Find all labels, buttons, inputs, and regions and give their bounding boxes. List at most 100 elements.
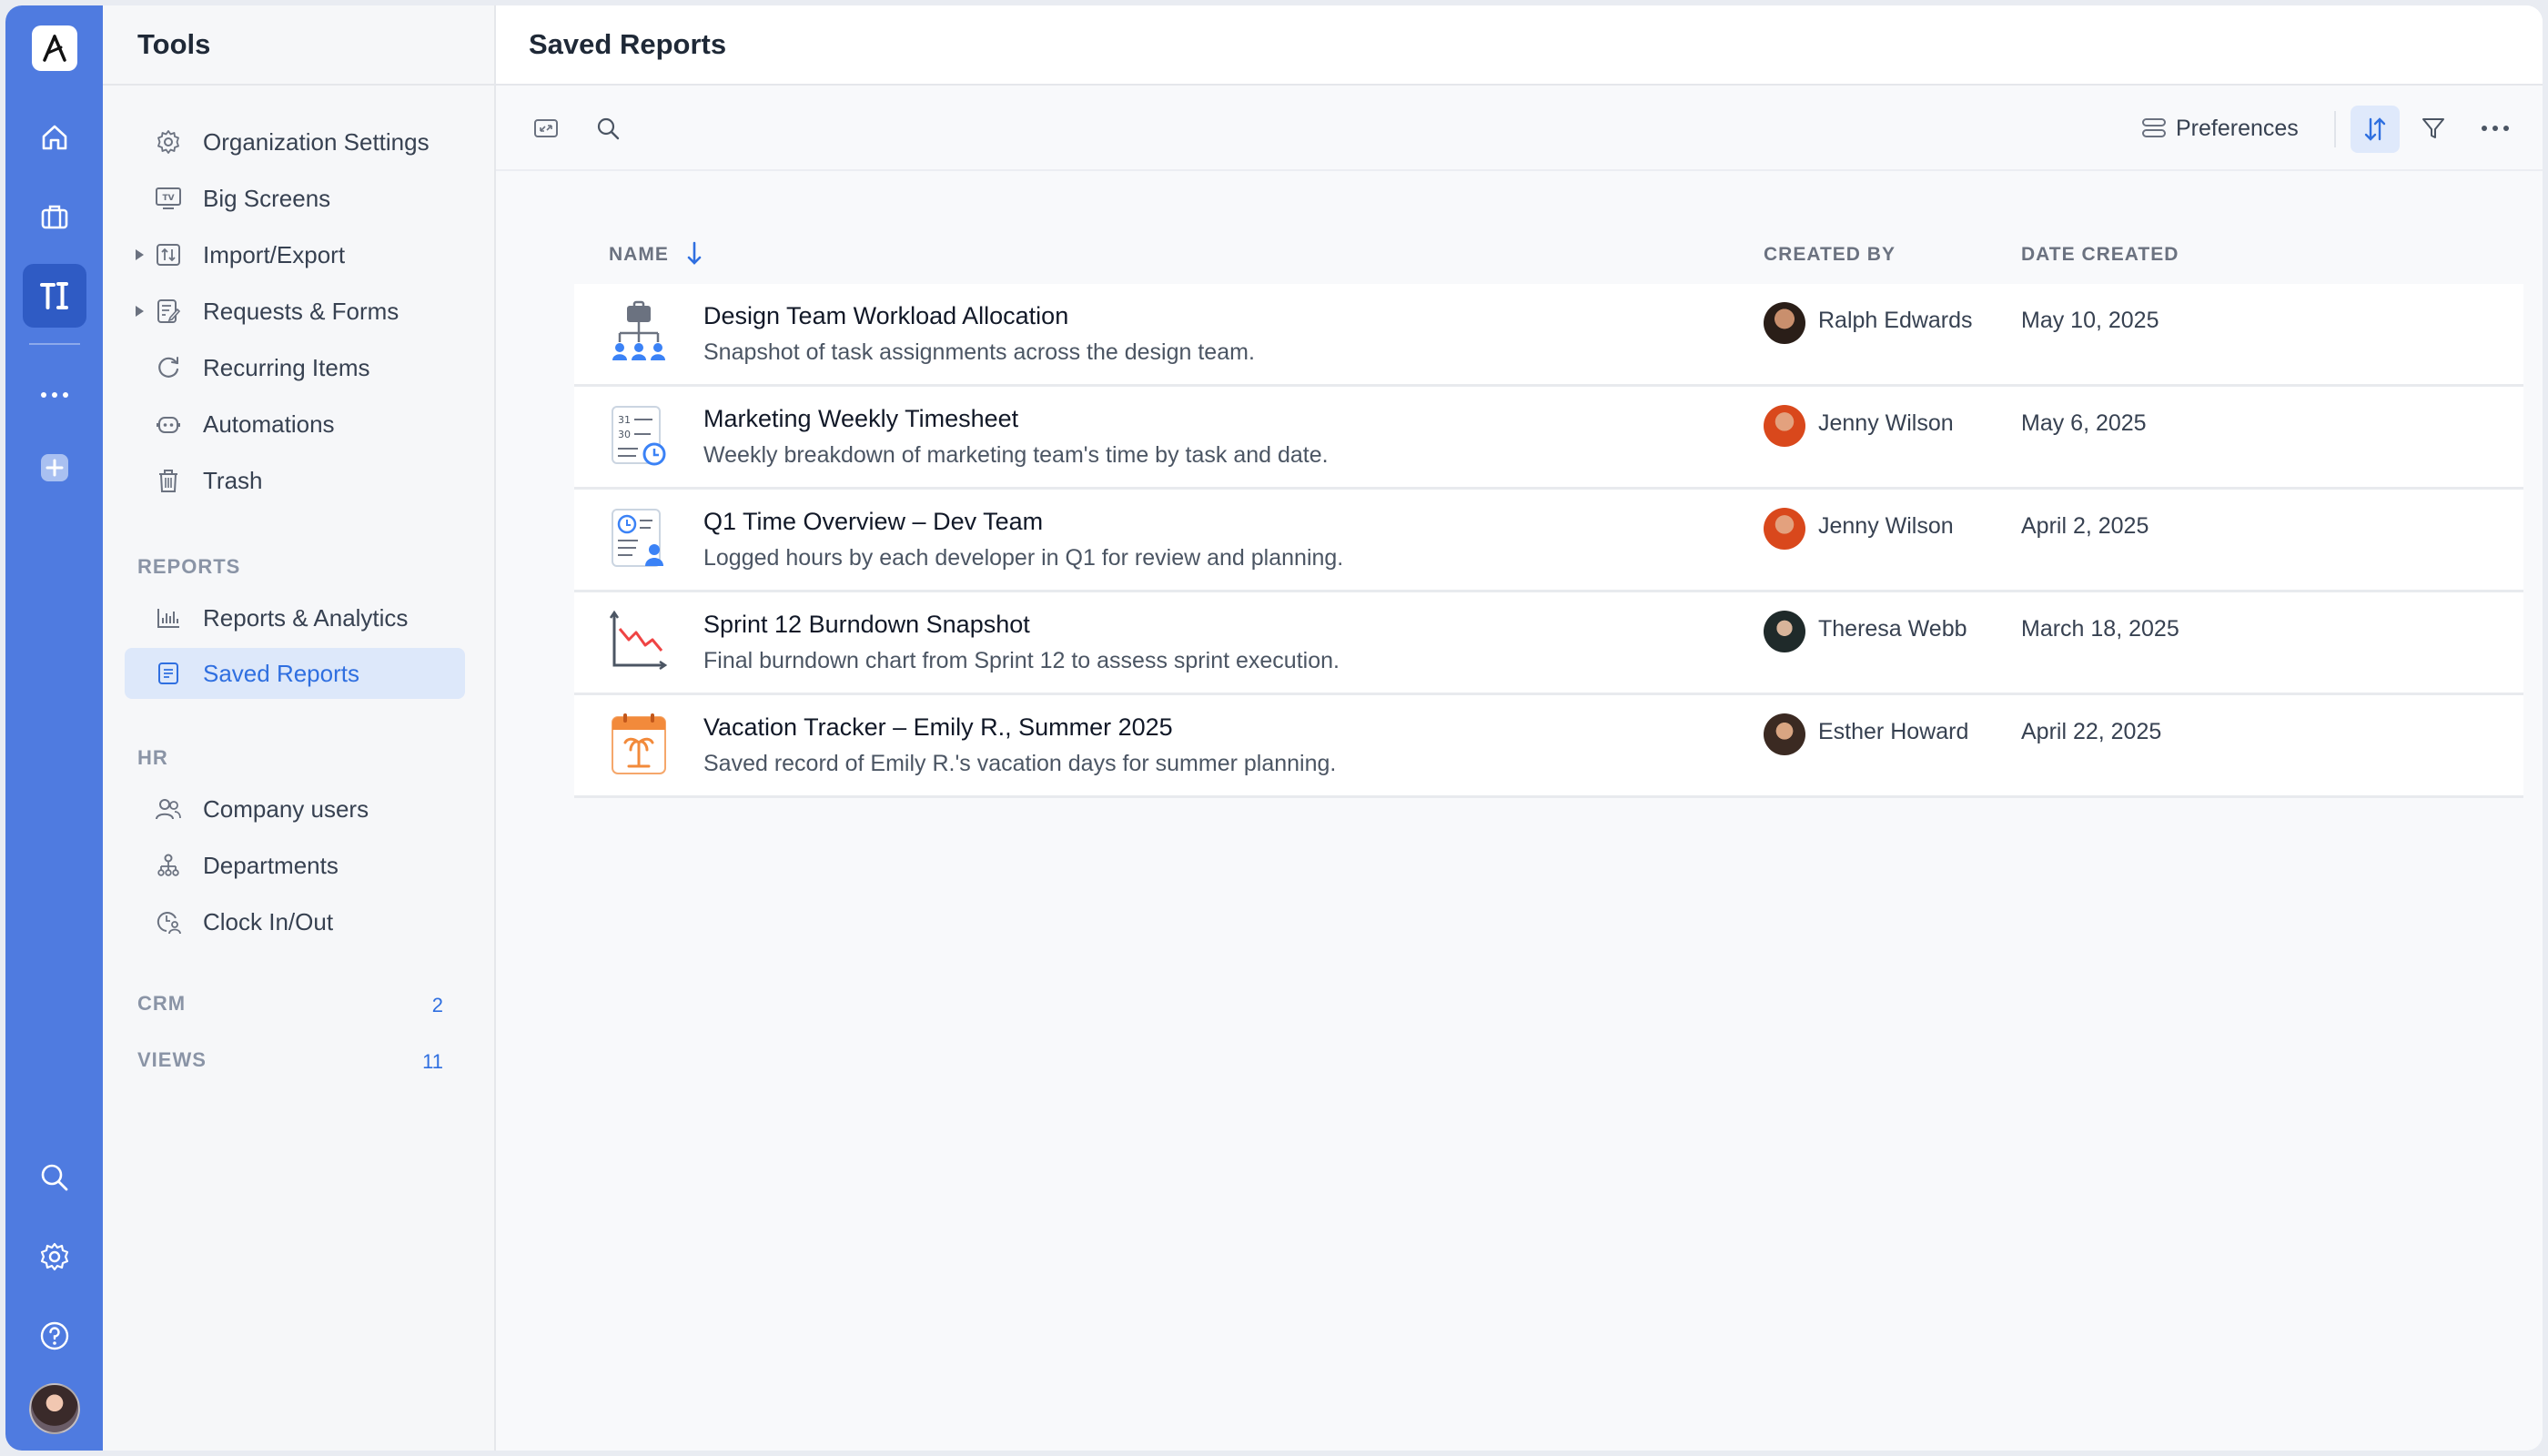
gear-icon: [40, 1242, 68, 1271]
svg-text:TV: TV: [162, 194, 174, 203]
expand-caret-icon[interactable]: [136, 306, 144, 317]
report-description: Snapshot of task assignments across the …: [703, 339, 1255, 365]
column-header-date-created[interactable]: DATE CREATED: [2021, 244, 2179, 266]
views-section-heading[interactable]: VIEWS: [137, 1048, 207, 1072]
sidebar-item-label: Reports & Analytics: [203, 603, 409, 632]
report-title[interactable]: Marketing Weekly Timesheet: [703, 405, 1018, 433]
home-icon: [42, 125, 66, 150]
reports-section-heading: REPORTS: [137, 555, 241, 578]
search-button[interactable]: [23, 1146, 86, 1209]
table-row[interactable]: Q1 Time Overview – Dev Team Logged hours…: [574, 490, 2523, 592]
bar-chart-icon: [154, 603, 183, 632]
burndown-chart-icon: [609, 610, 668, 671]
sidebar-item-clock-in-out[interactable]: Clock In/Out: [125, 896, 465, 947]
app-logo[interactable]: [31, 25, 77, 71]
report-description: Weekly breakdown of marketing team's tim…: [703, 442, 1329, 468]
more-apps-button[interactable]: [23, 372, 86, 418]
sidebar-item-label: Clock In/Out: [203, 907, 334, 935]
sidebar-item-organization-settings[interactable]: Organization Settings: [125, 116, 465, 167]
more-options-button[interactable]: [2478, 111, 2513, 146]
sidebar-item-big-screens[interactable]: TV Big Screens: [125, 173, 465, 224]
table-row[interactable]: Vacation Tracker – Emily R., Summer 2025…: [574, 695, 2523, 798]
help-button[interactable]: [23, 1304, 86, 1368]
avatar: [1764, 302, 1805, 344]
preferences-icon: [2142, 118, 2166, 137]
tv-icon: TV: [154, 184, 183, 213]
search-button[interactable]: [591, 111, 625, 146]
time-overview-icon: [612, 509, 663, 567]
avatar: [1764, 713, 1805, 755]
report-title[interactable]: Q1 Time Overview – Dev Team: [703, 508, 1043, 536]
sidebar-item-requests-forms[interactable]: Requests & Forms: [125, 286, 465, 337]
expand-caret-icon[interactable]: [136, 249, 144, 260]
tools-sidebar: Tools Organization Settings TV Big Scree…: [103, 5, 496, 1451]
import-export-icon: [154, 240, 183, 269]
vacation-calendar-icon: [612, 713, 666, 774]
table-row[interactable]: Design Team Workload Allocation Snapshot…: [574, 284, 2523, 387]
briefcase-icon: [41, 205, 67, 229]
report-title[interactable]: Vacation Tracker – Emily R., Summer 2025: [703, 713, 1173, 742]
sidebar-item-label: Organization Settings: [203, 127, 430, 156]
column-header-name[interactable]: NAME: [609, 244, 669, 266]
timesheet-icon: 31 30: [612, 406, 666, 466]
add-app-button[interactable]: [23, 445, 86, 490]
tools-icon: [39, 282, 68, 309]
user-avatar[interactable]: [28, 1383, 80, 1434]
avatar: [1764, 611, 1805, 652]
sort-down-arrow-icon[interactable]: [685, 240, 703, 268]
expand-icon: [534, 119, 558, 137]
settings-button[interactable]: [23, 1225, 86, 1289]
sidebar-item-departments[interactable]: Departments: [125, 840, 465, 891]
filter-button[interactable]: [2416, 111, 2451, 146]
logo-icon: [42, 35, 66, 62]
sidebar-item-label: Big Screens: [203, 184, 331, 212]
sort-button[interactable]: [2351, 106, 2400, 153]
sidebar-item-trash[interactable]: Trash: [125, 455, 465, 506]
preferences-button[interactable]: Preferences: [2141, 107, 2299, 149]
sidebar-item-automations[interactable]: Automations: [125, 399, 465, 450]
date-created: May 6, 2025: [2021, 410, 2147, 436]
column-header-created-by[interactable]: CREATED BY: [1764, 244, 1896, 266]
sidebar-item-label: Departments: [203, 851, 339, 879]
recurring-icon: [154, 353, 183, 382]
rail-divider: [28, 343, 80, 345]
collapse-panel-button[interactable]: [529, 111, 563, 146]
crm-count-badge: 2: [431, 994, 443, 1016]
sidebar-item-label: Trash: [203, 466, 263, 494]
report-title[interactable]: Sprint 12 Burndown Snapshot: [703, 611, 1030, 639]
avatar: [1764, 405, 1805, 447]
sidebar-item-recurring-items[interactable]: Recurring Items: [125, 342, 465, 393]
sidebar-item-reports-analytics[interactable]: Reports & Analytics: [125, 592, 465, 643]
org-chart-icon: [612, 300, 665, 360]
preferences-label: Preferences: [2176, 115, 2299, 141]
hr-section-heading: HR: [137, 746, 168, 769]
table-row[interactable]: 31 30 Marketing Weekly Timesheet Weekly …: [574, 387, 2523, 490]
crm-section-heading[interactable]: CRM: [137, 992, 186, 1016]
sidebar-item-label: Import/Export: [203, 240, 346, 268]
page-title: Saved Reports: [496, 5, 2543, 86]
date-created: May 10, 2025: [2021, 308, 2159, 333]
sidebar-item-company-users[interactable]: Company users: [125, 784, 465, 834]
svg-text:31: 31: [618, 414, 631, 426]
report-title[interactable]: Design Team Workload Allocation: [703, 302, 1068, 330]
help-icon: [40, 1321, 68, 1350]
created-by-name: Theresa Webb: [1818, 616, 1967, 642]
home-button[interactable]: [23, 106, 86, 169]
search-icon: [41, 1164, 67, 1191]
table-row[interactable]: Sprint 12 Burndown Snapshot Final burndo…: [574, 592, 2523, 695]
avatar: [1764, 508, 1805, 550]
projects-button[interactable]: [23, 185, 86, 248]
date-created: March 18, 2025: [2021, 616, 2179, 642]
sidebar-item-saved-reports[interactable]: Saved Reports: [125, 648, 465, 699]
sidebar-item-import-export[interactable]: Import/Export: [125, 229, 465, 280]
table-header: NAME CREATED BY DATE CREATED: [574, 220, 2523, 284]
sidebar-item-label: Saved Reports: [203, 659, 359, 687]
created-by-name: Jenny Wilson: [1818, 513, 1954, 539]
sort-icon: [2364, 117, 2386, 141]
toolbar-divider: [2334, 111, 2336, 147]
created-by-name: Jenny Wilson: [1818, 410, 1954, 436]
more-dots-icon: [2482, 126, 2509, 131]
main-content: Saved Reports Preferences NAME CREATED B…: [496, 5, 2543, 1451]
tools-button[interactable]: [22, 264, 86, 328]
report-description: Logged hours by each developer in Q1 for…: [703, 545, 1344, 571]
